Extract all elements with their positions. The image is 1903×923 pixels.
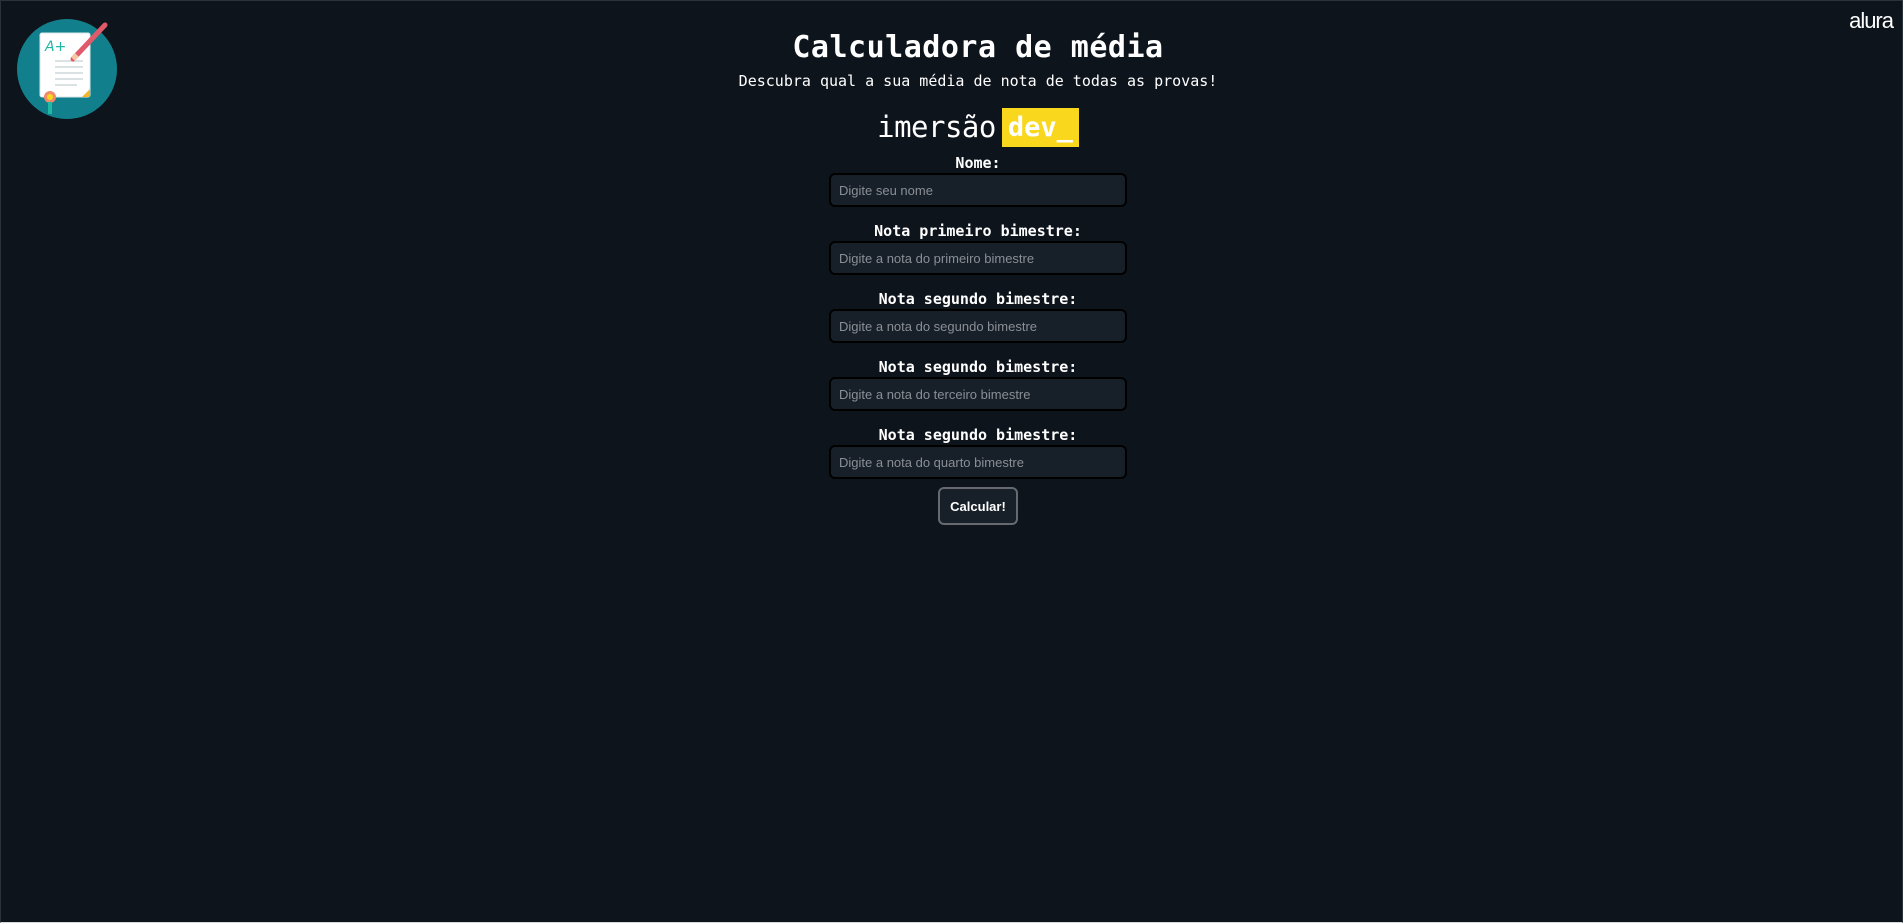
- grade3-field-group: Nota segundo bimestre:: [829, 359, 1127, 411]
- name-field-group: Nome:: [829, 155, 1127, 207]
- grade-form: Nome: Nota primeiro bimestre: Nota segun…: [0, 155, 1903, 525]
- brand-dev-badge: dev_: [1001, 107, 1079, 147]
- calculate-button[interactable]: Calcular!: [938, 487, 1018, 525]
- name-input[interactable]: [829, 173, 1127, 207]
- grade4-field-group: Nota segundo bimestre:: [829, 427, 1127, 479]
- page-title: Calculadora de média: [792, 30, 1164, 65]
- brand-imersao-text: imersão: [877, 110, 996, 144]
- grade4-input[interactable]: [829, 445, 1127, 479]
- grade3-label: Nota segundo bimestre:: [878, 358, 1078, 376]
- grade4-label: Nota segundo bimestre:: [878, 426, 1078, 444]
- grade1-input[interactable]: [829, 241, 1127, 275]
- grade2-label: Nota segundo bimestre:: [878, 290, 1078, 308]
- grade1-label: Nota primeiro bimestre:: [874, 222, 1082, 240]
- page-subtitle: Descubra qual a sua média de nota de tod…: [738, 72, 1218, 90]
- grade1-field-group: Nota primeiro bimestre:: [829, 223, 1127, 275]
- grade3-input[interactable]: [829, 377, 1127, 411]
- name-label: Nome:: [955, 154, 1001, 172]
- main-content: Calculadora de média Descubra qual a sua…: [0, 28, 1903, 525]
- grade2-input[interactable]: [829, 309, 1127, 343]
- grade2-field-group: Nota segundo bimestre:: [829, 291, 1127, 343]
- imersao-dev-brand: imersão dev_: [0, 107, 1903, 147]
